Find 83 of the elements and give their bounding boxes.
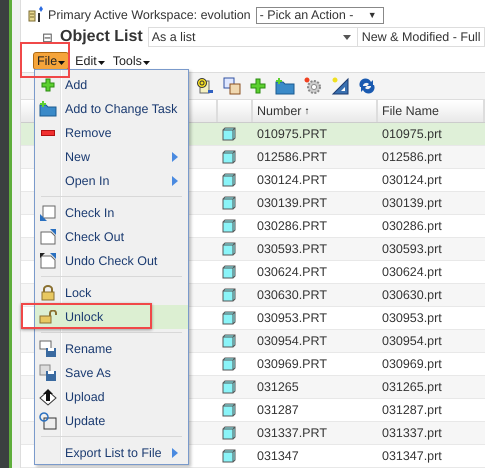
table-cell: 031287: [257, 403, 299, 417]
save-icon: [39, 364, 57, 382]
table-cell: 030953.prt: [382, 311, 442, 325]
table-cell: 012586.PRT: [257, 150, 327, 164]
padlock-icon: [41, 285, 55, 301]
part-icon: [222, 357, 236, 371]
table-cell: 031265.prt: [382, 380, 442, 394]
table-cell: 030286.PRT: [257, 219, 327, 233]
table-cell: 030953.PRT: [257, 311, 327, 325]
plus-icon[interactable]: [250, 78, 266, 94]
table-cell: 030624.prt: [382, 265, 442, 279]
table-cell: 030124.PRT: [257, 173, 327, 187]
refresh-icon[interactable]: [358, 78, 376, 94]
table-cell: 030139.PRT: [257, 196, 327, 210]
table-cell: 030624.PRT: [257, 265, 327, 279]
part-icon: [222, 150, 236, 164]
workspace-label: Primary Active Workspace: evolution: [48, 8, 251, 22]
part-icon: [222, 334, 236, 348]
plus-icon: [41, 78, 55, 92]
part-icon: [222, 380, 236, 394]
table-cell: 030630.prt: [382, 288, 442, 302]
table-cell: 031265: [257, 380, 299, 394]
table-cell: 012586.prt: [382, 150, 442, 164]
open-padlock-icon: [39, 310, 57, 324]
object-list-title: Object List: [60, 28, 143, 46]
find-document-icon[interactable]: [196, 77, 214, 95]
menu-item[interactable]: New: [35, 145, 188, 169]
table-cell: 010975.PRT: [257, 127, 327, 141]
ab-icon[interactable]: [223, 77, 241, 95]
caret-icon: [142, 60, 150, 64]
table-cell: 031347.prt: [382, 449, 442, 463]
minus-icon: [41, 130, 55, 136]
caret-icon: [98, 60, 105, 64]
check-out-icon: [40, 229, 56, 245]
caret-icon: [58, 60, 66, 64]
part-icon: [222, 311, 236, 325]
part-icon: [222, 265, 236, 279]
part-icon: [222, 127, 236, 141]
table-cell: 030593.PRT: [257, 242, 327, 256]
action-select[interactable]: - Pick an Action - ▼: [256, 6, 384, 24]
gear-icon[interactable]: [304, 77, 322, 95]
menu-item[interactable]: Add to Change Task: [35, 97, 188, 121]
part-icon: [222, 219, 236, 233]
table-cell: 031337.PRT: [257, 426, 327, 440]
folder-plus-icon: [39, 101, 57, 117]
part-icon: [222, 403, 236, 417]
table-cell: 030139.prt: [382, 196, 442, 210]
update-icon: [39, 412, 57, 430]
table-cell: 030630.PRT: [257, 288, 327, 302]
table-cell: 031287.prt: [382, 403, 442, 417]
table-cell: 030124.prt: [382, 173, 442, 187]
table-cell: 010975.prt: [382, 127, 442, 141]
table-cell: 030593.prt: [382, 242, 442, 256]
table-cell: 030286.prt: [382, 219, 442, 233]
menu-item[interactable]: Unlock: [35, 305, 188, 329]
menu-item[interactable]: Lock: [35, 281, 188, 305]
table-cell: 030969.prt: [382, 357, 442, 371]
menu-item[interactable]: Remove: [35, 121, 188, 145]
table-cell: 030954.PRT: [257, 334, 327, 348]
filter-select[interactable]: New & Modified - Full: [358, 27, 485, 47]
collapse-toggle[interactable]: ⊟: [42, 30, 60, 44]
check-in-icon: [40, 205, 56, 221]
part-icon: [222, 449, 236, 463]
undo-check-out-icon: [40, 253, 56, 269]
menu-item[interactable]: Open In: [35, 169, 188, 193]
table-cell: 030969.PRT: [257, 357, 327, 371]
upload-icon: [39, 388, 57, 406]
part-icon: [222, 173, 236, 187]
rename-icon: [39, 340, 57, 358]
part-icon: [222, 288, 236, 302]
part-icon: [222, 426, 236, 440]
part-icon: [222, 196, 236, 210]
view-select[interactable]: As a list: [148, 27, 358, 47]
dropdown-arrow-icon[interactable]: [342, 34, 351, 40]
table-cell: 031337.prt: [382, 426, 442, 440]
menu-button[interactable]: File: [33, 52, 70, 70]
menu-button[interactable]: Edit: [73, 53, 107, 69]
part-icon: [222, 242, 236, 256]
table-cell: 031347: [257, 449, 299, 463]
menu-button[interactable]: Tools: [110, 53, 152, 69]
table-cell: 030954.prt: [382, 334, 442, 348]
workspace-icon: [28, 6, 46, 24]
folder-plus-icon[interactable]: [275, 77, 295, 95]
